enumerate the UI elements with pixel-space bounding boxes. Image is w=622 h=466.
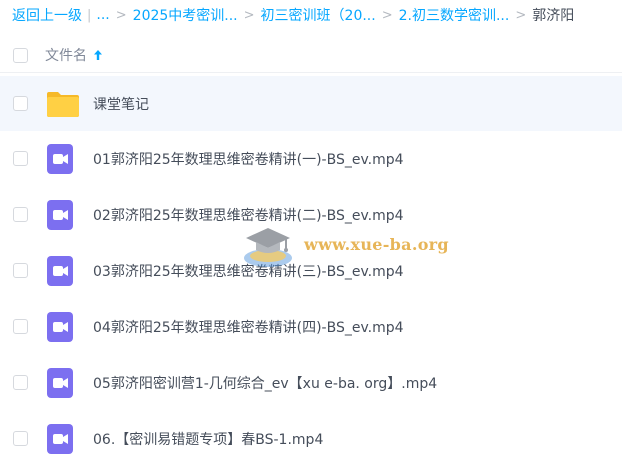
row-name[interactable]: 课堂笔记 xyxy=(93,94,149,114)
folder-icon xyxy=(46,90,80,118)
video-file-icon xyxy=(46,199,74,231)
row-name[interactable]: 05郭济阳密训营1-几何综合_ev【xu e-ba. org】.mp4 xyxy=(93,373,437,393)
breadcrumb-item-math[interactable]: 2.初三数学密训... xyxy=(399,5,510,25)
row-checkbox[interactable] xyxy=(13,375,28,390)
video-file-icon xyxy=(46,311,74,343)
table-row[interactable]: 02郭济阳25年数理思维密卷精讲(二)-BS_ev.mp4 xyxy=(0,187,622,242)
table-row[interactable]: 03郭济阳25年数理思维密卷精讲(三)-BS_ev.mp4 xyxy=(0,243,622,298)
breadcrumb-current: 郭济阳 xyxy=(532,8,575,24)
row-name[interactable]: 06.【密训易错题专项】春BS-1.mp4 xyxy=(93,429,323,449)
breadcrumb: 返回上一级 | ... > 2025中考密训... > 初三密训班（20... … xyxy=(12,4,574,26)
table-row[interactable]: 06.【密训易错题专项】春BS-1.mp4 xyxy=(0,411,622,466)
video-file-icon xyxy=(46,143,74,175)
row-name[interactable]: 02郭济阳25年数理思维密卷精讲(二)-BS_ev.mp4 xyxy=(93,205,404,225)
breadcrumb-divider: | xyxy=(87,7,92,23)
video-file-icon xyxy=(46,255,74,287)
select-all-checkbox[interactable] xyxy=(13,47,28,63)
table-row[interactable]: 05郭济阳密训营1-几何综合_ev【xu e-ba. org】.mp4 xyxy=(0,355,622,410)
video-file-icon xyxy=(46,423,74,455)
chevron-right-icon: > xyxy=(515,7,527,23)
row-name[interactable]: 03郭济阳25年数理思维密卷精讲(三)-BS_ev.mp4 xyxy=(93,261,404,281)
row-checkbox[interactable] xyxy=(13,263,28,278)
breadcrumb-item-class[interactable]: 初三密训班（20... xyxy=(261,5,376,25)
chevron-right-icon: > xyxy=(381,7,393,23)
table-row[interactable]: 课堂笔记 xyxy=(0,76,622,131)
column-header-filename[interactable]: 文件名 xyxy=(45,45,103,65)
row-checkbox[interactable] xyxy=(13,207,28,222)
file-browser: 返回上一级 | ... > 2025中考密训... > 初三密训班（20... … xyxy=(0,0,622,466)
table-row[interactable]: 01郭济阳25年数理思维密卷精讲(一)-BS_ev.mp4 xyxy=(0,131,622,186)
column-header-label: 文件名 xyxy=(45,48,87,64)
row-name[interactable]: 01郭济阳25年数理思维密卷精讲(一)-BS_ev.mp4 xyxy=(93,149,404,169)
back-link[interactable]: 返回上一级 xyxy=(12,5,82,25)
breadcrumb-ellipsis[interactable]: ... xyxy=(96,7,109,23)
chevron-right-icon: > xyxy=(115,7,127,23)
table-header: 文件名 xyxy=(0,38,622,73)
row-checkbox[interactable] xyxy=(13,431,28,446)
row-name[interactable]: 04郭济阳25年数理思维密卷精讲(四)-BS_ev.mp4 xyxy=(93,317,404,337)
breadcrumb-item-2025[interactable]: 2025中考密训... xyxy=(133,5,238,25)
row-checkbox[interactable] xyxy=(13,151,28,166)
chevron-right-icon: > xyxy=(243,7,255,23)
video-file-icon xyxy=(46,367,74,399)
table-row[interactable]: 04郭济阳25年数理思维密卷精讲(四)-BS_ev.mp4 xyxy=(0,299,622,354)
row-checkbox[interactable] xyxy=(13,96,28,111)
sort-ascending-icon[interactable] xyxy=(93,49,103,61)
row-checkbox[interactable] xyxy=(13,319,28,334)
